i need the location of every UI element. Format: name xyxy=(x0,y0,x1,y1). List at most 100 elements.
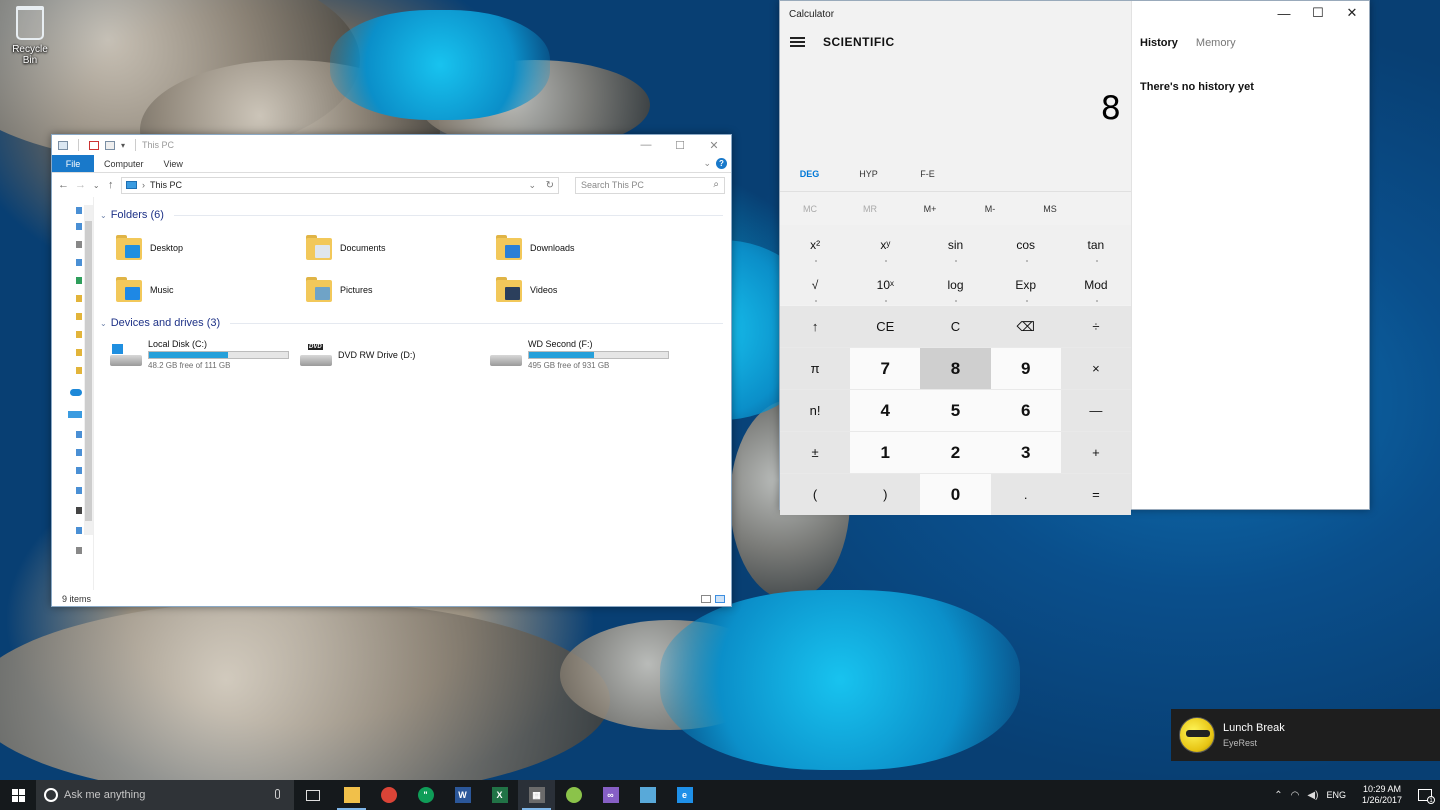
nav-item-icon[interactable] xyxy=(76,349,82,356)
sci-key[interactable]: Mod xyxy=(1060,265,1131,305)
taskbar-app-button[interactable]: X xyxy=(481,780,518,810)
calc-key[interactable]: 2 xyxy=(920,432,991,473)
folder-item-documents[interactable]: Documents xyxy=(306,231,496,265)
back-arrow-icon[interactable]: ← xyxy=(58,179,69,191)
drives-group-header[interactable]: ⌄ Devices and drives (3) xyxy=(100,313,723,333)
taskbar-app-button[interactable] xyxy=(333,780,370,810)
sci-key[interactable]: cos xyxy=(990,225,1061,265)
nav-item-icon[interactable] xyxy=(76,241,82,248)
nav-item-icon[interactable] xyxy=(76,331,82,338)
nav-item-icon[interactable] xyxy=(76,223,82,230)
sci-key[interactable]: x² xyxy=(780,225,851,265)
taskbar-app-button[interactable]: " xyxy=(407,780,444,810)
explorer-title-bar[interactable]: ▾ This PC — ☐ ✕ xyxy=(52,135,731,155)
nav-item-icon[interactable] xyxy=(76,295,82,302)
task-view-button[interactable] xyxy=(294,780,331,810)
calculator-window[interactable]: Calculator SCIENTIFIC 8 DEG HYP F-E MC M… xyxy=(779,0,1370,515)
hyp-button[interactable]: HYP xyxy=(839,169,898,179)
microphone-icon[interactable] xyxy=(275,789,280,799)
nav-item-icon[interactable] xyxy=(76,277,82,284)
calc-key[interactable]: . xyxy=(990,474,1061,515)
calc-key[interactable]: ⌫ xyxy=(990,306,1061,347)
nav-scrollbar[interactable] xyxy=(84,205,93,535)
hamburger-menu-icon[interactable] xyxy=(790,37,805,47)
maximize-button[interactable]: ☐ xyxy=(1301,1,1335,25)
chevron-down-icon[interactable]: ⌄ xyxy=(528,180,536,191)
chevron-down-icon[interactable]: ⌄ xyxy=(703,158,711,169)
details-view-icon[interactable] xyxy=(701,595,711,603)
calc-key[interactable]: ↑ xyxy=(780,306,851,347)
mc-button[interactable]: MC xyxy=(780,204,840,214)
folder-item-videos[interactable]: Videos xyxy=(496,273,686,307)
nav-item-icon[interactable] xyxy=(76,527,82,534)
close-button[interactable]: ✕ xyxy=(697,135,731,155)
folder-item-pictures[interactable]: Pictures xyxy=(306,273,496,307)
sci-key[interactable]: √ xyxy=(780,265,851,305)
drive-item-f[interactable]: WD Second (F:) 495 GB free of 931 GB xyxy=(490,339,680,370)
taskbar-app-button[interactable] xyxy=(370,780,407,810)
calc-key[interactable]: ÷ xyxy=(1060,306,1131,347)
taskbar-app-button[interactable]: e xyxy=(666,780,703,810)
calc-key[interactable]: × xyxy=(1060,348,1131,389)
this-pc-icon[interactable] xyxy=(68,411,82,418)
sci-key[interactable]: sin xyxy=(920,225,991,265)
nav-item-icon[interactable] xyxy=(76,259,82,266)
calc-key[interactable]: 9 xyxy=(990,348,1061,389)
nav-item-icon[interactable] xyxy=(76,547,82,554)
calc-key[interactable]: ± xyxy=(780,432,851,473)
start-button[interactable] xyxy=(0,780,36,810)
sci-key[interactable]: Exp xyxy=(990,265,1061,305)
tab-computer[interactable]: Computer xyxy=(94,155,154,172)
onedrive-icon[interactable] xyxy=(70,389,82,396)
nav-item-icon[interactable] xyxy=(76,313,82,320)
properties-icon[interactable] xyxy=(89,140,99,150)
m-plus-button[interactable]: M+ xyxy=(900,204,960,214)
navigation-pane[interactable] xyxy=(52,197,94,590)
calc-key[interactable]: 4 xyxy=(850,390,921,431)
tab-history[interactable]: History xyxy=(1140,37,1178,49)
calc-key[interactable]: 5 xyxy=(920,390,991,431)
volume-icon[interactable]: ◀) xyxy=(1307,790,1318,801)
tab-memory[interactable]: Memory xyxy=(1196,37,1236,49)
customize-toolbar-icon[interactable]: ▾ xyxy=(121,141,125,150)
nav-item-icon[interactable] xyxy=(76,507,82,514)
tab-view[interactable]: View xyxy=(154,155,193,172)
minimize-button[interactable]: — xyxy=(1267,1,1301,25)
minimize-button[interactable]: — xyxy=(629,135,663,155)
nav-item-icon[interactable] xyxy=(76,207,82,214)
calc-key[interactable]: 8 xyxy=(920,348,991,389)
calc-key[interactable]: ( xyxy=(780,474,851,515)
m-minus-button[interactable]: M- xyxy=(960,204,1020,214)
mr-button[interactable]: MR xyxy=(840,204,900,214)
calc-key[interactable]: n! xyxy=(780,390,851,431)
fe-button[interactable]: F-E xyxy=(898,169,957,179)
calc-key[interactable]: + xyxy=(1060,432,1131,473)
calc-key[interactable]: C xyxy=(920,306,991,347)
calc-key[interactable]: π xyxy=(780,348,851,389)
taskbar-app-button[interactable]: ▦ xyxy=(518,780,555,810)
sci-key[interactable]: log xyxy=(920,265,991,305)
calc-key[interactable]: 7 xyxy=(850,348,921,389)
calc-key[interactable]: 3 xyxy=(990,432,1061,473)
drive-item-d[interactable]: DVD DVD RW Drive (D:) xyxy=(300,339,490,370)
sci-key[interactable]: xʸ xyxy=(850,225,921,265)
taskbar-app-button[interactable] xyxy=(555,780,592,810)
calc-key[interactable]: 6 xyxy=(990,390,1061,431)
folder-item-music[interactable]: Music xyxy=(116,273,306,307)
toast-notification[interactable]: Lunch Break EyeRest xyxy=(1171,709,1440,761)
nav-item-icon[interactable] xyxy=(76,431,82,438)
taskbar-app-button[interactable]: W xyxy=(444,780,481,810)
scrollbar-thumb[interactable] xyxy=(85,221,92,521)
address-bar[interactable]: › This PC ⌄ ↻ xyxy=(121,176,559,194)
nav-item-icon[interactable] xyxy=(76,449,82,456)
new-folder-icon[interactable] xyxy=(105,140,115,150)
network-icon[interactable]: ◠ xyxy=(1291,790,1300,801)
action-center-icon[interactable]: 1 xyxy=(1418,789,1435,804)
recent-locations-icon[interactable]: ⌄ xyxy=(92,181,101,190)
maximize-button[interactable]: ☐ xyxy=(663,135,697,155)
desktop-icon-recycle-bin[interactable]: Recycle Bin xyxy=(4,4,56,66)
cortana-search-box[interactable]: Ask me anything xyxy=(36,780,294,810)
up-arrow-icon[interactable]: ↑ xyxy=(107,179,116,191)
drive-item-c[interactable]: Local Disk (C:) 48.2 GB free of 111 GB xyxy=(110,339,300,370)
calc-key[interactable]: 0 xyxy=(920,474,991,515)
